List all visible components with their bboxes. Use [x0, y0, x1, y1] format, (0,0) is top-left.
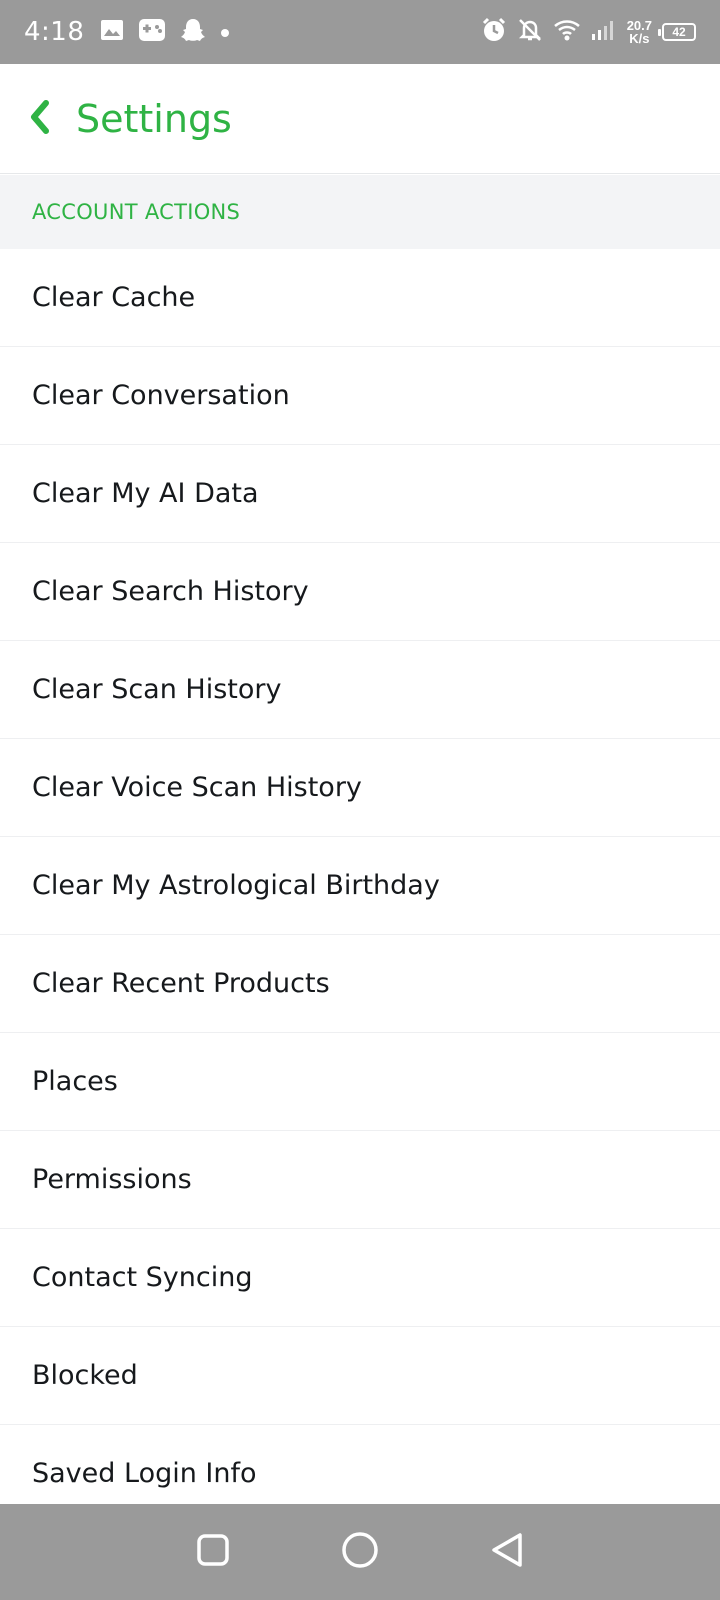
dot-icon — [220, 23, 230, 42]
recents-square-icon — [196, 1533, 230, 1571]
nav-back-button[interactable] — [477, 1522, 537, 1582]
list-item-clear-search-history[interactable]: Clear Search History — [0, 543, 720, 641]
alarm-icon — [481, 17, 507, 47]
list-item-clear-cache[interactable]: Clear Cache — [0, 249, 720, 347]
wifi-icon — [553, 18, 581, 46]
net-speed: 20.7 K/s — [627, 19, 652, 45]
list-item-saved-login-info[interactable]: Saved Login Info — [0, 1425, 720, 1504]
status-bar: 4:18 20.7 K/s 42 — [0, 0, 720, 64]
home-button[interactable] — [330, 1522, 390, 1582]
list-item-clear-voice-scan-history[interactable]: Clear Voice Scan History — [0, 739, 720, 837]
list-item-clear-conversation[interactable]: Clear Conversation — [0, 347, 720, 445]
header: Settings — [0, 64, 720, 174]
net-speed-unit: K/s — [629, 31, 650, 46]
list-item-places[interactable]: Places — [0, 1033, 720, 1131]
page-title: Settings — [76, 96, 232, 141]
status-left-icons — [100, 17, 244, 47]
game-controller-icon — [138, 18, 166, 46]
list-item-clear-my-ai-data[interactable]: Clear My AI Data — [0, 445, 720, 543]
signal-icon — [591, 19, 617, 45]
list-item-clear-scan-history[interactable]: Clear Scan History — [0, 641, 720, 739]
status-time: 4:18 — [24, 17, 85, 47]
recents-button[interactable] — [183, 1522, 243, 1582]
bell-off-icon — [517, 17, 543, 47]
battery-level: 42 — [672, 25, 686, 39]
list-item-clear-astrological-birthday[interactable]: Clear My Astrological Birthday — [0, 837, 720, 935]
list-item-blocked[interactable]: Blocked — [0, 1327, 720, 1425]
section-header-account-actions: ACCOUNT ACTIONS — [0, 175, 720, 249]
battery-icon: 42 — [658, 23, 696, 41]
chevron-left-icon — [26, 99, 54, 139]
back-triangle-icon — [489, 1531, 525, 1573]
list-item-contact-syncing[interactable]: Contact Syncing — [0, 1229, 720, 1327]
home-circle-icon — [341, 1531, 379, 1573]
list-item-clear-recent-products[interactable]: Clear Recent Products — [0, 935, 720, 1033]
settings-list: Clear Cache Clear Conversation Clear My … — [0, 249, 720, 1504]
image-icon — [100, 19, 124, 45]
snapchat-ghost-icon — [180, 17, 206, 47]
navigation-bar — [0, 1504, 720, 1600]
back-button[interactable] — [0, 64, 80, 174]
list-item-permissions[interactable]: Permissions — [0, 1131, 720, 1229]
status-right-icons: 20.7 K/s 42 — [471, 17, 696, 47]
